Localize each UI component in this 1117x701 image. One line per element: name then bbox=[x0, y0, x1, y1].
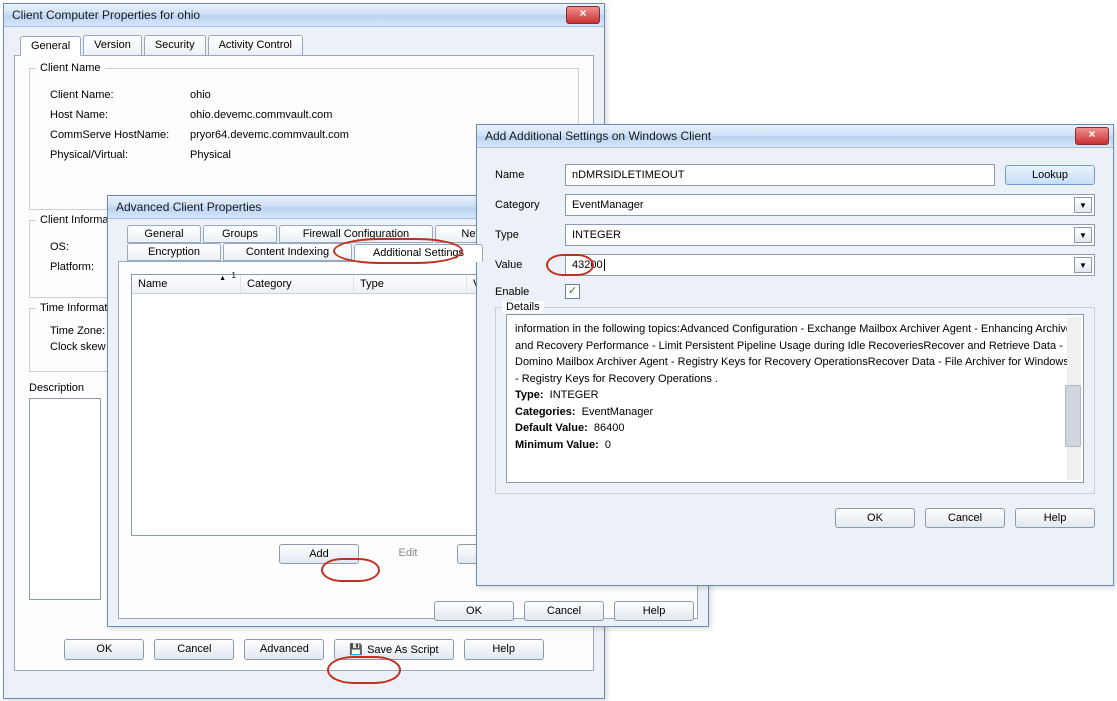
name-input[interactable]: nDMRSIDLETIMEOUT bbox=[565, 164, 995, 186]
name-label: Name bbox=[495, 169, 565, 181]
adv-help-button[interactable]: Help bbox=[614, 601, 694, 621]
category-select[interactable]: EventManager▼ bbox=[565, 194, 1095, 216]
physvirt-label: Physical/Virtual: bbox=[50, 149, 190, 161]
close-icon[interactable]: × bbox=[1075, 127, 1109, 145]
host-name-label: Host Name: bbox=[50, 109, 190, 121]
help-button[interactable]: Help bbox=[464, 639, 544, 660]
add-titlebar: Add Additional Settings on Windows Clien… bbox=[477, 125, 1113, 148]
add-cancel-button[interactable]: Cancel bbox=[925, 508, 1005, 528]
main-title: Client Computer Properties for ohio bbox=[12, 8, 566, 22]
chevron-down-icon: ▼ bbox=[1074, 227, 1092, 243]
lookup-button[interactable]: Lookup bbox=[1005, 165, 1095, 185]
chevron-down-icon: ▼ bbox=[1074, 257, 1092, 273]
host-name-value: ohio.devemc.commvault.com bbox=[190, 109, 568, 121]
sort-indicator: 1 bbox=[232, 271, 236, 280]
advtab-content-indexing[interactable]: Content Indexing bbox=[223, 243, 352, 261]
value-input[interactable]: 43200▼ bbox=[565, 254, 1095, 276]
enable-label: Enable bbox=[495, 286, 565, 298]
details-box[interactable]: information in the following topics:Adva… bbox=[506, 314, 1084, 483]
sort-arrow-icon: ▲ bbox=[219, 275, 226, 282]
advtab-additional-settings[interactable]: Additional Settings bbox=[354, 244, 483, 262]
add-title: Add Additional Settings on Windows Clien… bbox=[485, 129, 1075, 143]
tab-activity[interactable]: Activity Control bbox=[208, 35, 303, 55]
cancel-button[interactable]: Cancel bbox=[154, 639, 234, 660]
floppy-icon: 💾 bbox=[349, 643, 363, 656]
client-name-label: Client Name: bbox=[50, 89, 190, 101]
col-name[interactable]: Name1▲ bbox=[132, 275, 241, 293]
group-client-name-legend: Client Name bbox=[36, 62, 105, 74]
tab-version[interactable]: Version bbox=[83, 35, 142, 55]
col-category[interactable]: Category bbox=[241, 275, 354, 293]
add-button[interactable]: Add bbox=[279, 544, 359, 564]
advtab-groups[interactable]: Groups bbox=[203, 225, 277, 243]
advtab-general[interactable]: General bbox=[127, 225, 201, 243]
details-text: information in the following topics:Adva… bbox=[515, 321, 1075, 387]
save-as-script-button[interactable]: 💾 Save As Script bbox=[334, 639, 453, 660]
adv-ok-button[interactable]: OK bbox=[434, 601, 514, 621]
advtab-encryption[interactable]: Encryption bbox=[127, 243, 221, 261]
tab-general[interactable]: General bbox=[20, 36, 81, 56]
advtab-firewall[interactable]: Firewall Configuration bbox=[279, 225, 433, 243]
ok-button[interactable]: OK bbox=[64, 639, 144, 660]
edit-button: Edit bbox=[369, 544, 447, 564]
group-time-legend: Time Informati bbox=[36, 302, 114, 314]
main-tabs: General Version Security Activity Contro… bbox=[20, 35, 594, 55]
tab-security[interactable]: Security bbox=[144, 35, 206, 55]
details-legend: Details bbox=[502, 301, 544, 313]
col-type[interactable]: Type bbox=[354, 275, 467, 293]
value-label: Value bbox=[495, 259, 565, 271]
add-settings-dialog: Add Additional Settings on Windows Clien… bbox=[476, 124, 1114, 586]
group-details: Details information in the following top… bbox=[495, 307, 1095, 494]
category-label: Category bbox=[495, 199, 565, 211]
caret-icon bbox=[604, 259, 605, 271]
commserve-label: CommServe HostName: bbox=[50, 129, 190, 141]
add-ok-button[interactable]: OK bbox=[835, 508, 915, 528]
main-titlebar: Client Computer Properties for ohio × bbox=[4, 4, 604, 27]
client-name-value: ohio bbox=[190, 89, 568, 101]
scrollbar-thumb[interactable] bbox=[1065, 385, 1081, 447]
type-label: Type bbox=[495, 229, 565, 241]
close-icon[interactable]: × bbox=[566, 6, 600, 24]
adv-cancel-button[interactable]: Cancel bbox=[524, 601, 604, 621]
add-help-button[interactable]: Help bbox=[1015, 508, 1095, 528]
type-select[interactable]: INTEGER▼ bbox=[565, 224, 1095, 246]
enable-checkbox[interactable] bbox=[565, 284, 580, 299]
chevron-down-icon: ▼ bbox=[1074, 197, 1092, 213]
description-textarea[interactable] bbox=[29, 398, 101, 600]
advanced-button[interactable]: Advanced bbox=[244, 639, 324, 660]
group-client-info-legend: Client Informat bbox=[36, 214, 116, 226]
